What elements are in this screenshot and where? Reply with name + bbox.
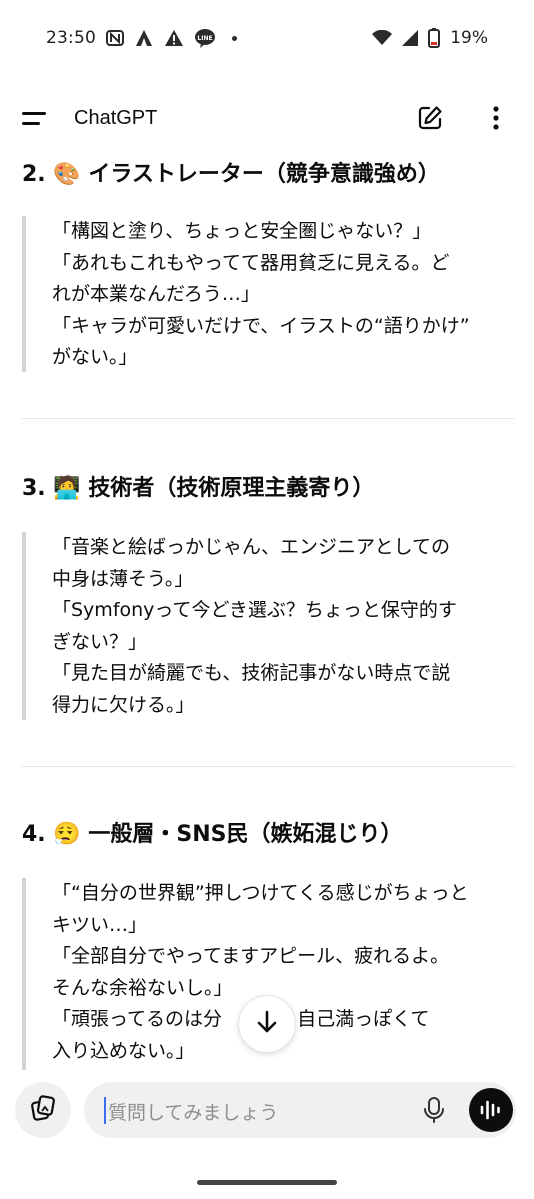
more-vert-icon[interactable]: [480, 102, 512, 134]
quote-line: 「全部自分でやってますアピール、疲れるよ。: [52, 945, 450, 967]
battery-percent: 19%: [450, 28, 488, 48]
status-time: 23:50: [46, 28, 96, 48]
quote-line: 中身は薄そう。」: [52, 567, 194, 590]
quote-block: 「構図と塗り、ちょっと安全圏じゃない？」 「あれもこれもやってて器用貧乏に見える…: [22, 216, 512, 372]
divider: [22, 418, 514, 419]
mic-icon[interactable]: [418, 1094, 450, 1126]
quote-block: 「音楽と絵ばっかじゃん、エンジニアとしての 中身は薄そう。」 「Symfonyっ…: [22, 532, 512, 720]
menu-icon[interactable]: [22, 102, 54, 134]
section-heading: 3. 🧑‍💻 技術者（技術原理主義寄り）: [22, 476, 375, 501]
attach-icon: [29, 1094, 57, 1126]
quote-line: がない。」: [52, 346, 138, 368]
camp-icon: [134, 29, 154, 47]
composer: 質問してみましょう: [0, 1070, 534, 1160]
battery-icon: [428, 28, 441, 48]
divider: [22, 766, 514, 767]
home-indicator[interactable]: [197, 1180, 337, 1185]
quote-line: ぎない？」: [52, 630, 148, 653]
notification-dot: [232, 35, 237, 41]
chat-content[interactable]: 2. 🎨 イラストレーター（競争意識強め） 「構図と塗り、ちょっと安全圏じゃない…: [0, 150, 534, 1070]
scroll-down-icon: [255, 1009, 279, 1039]
warning-icon: [164, 29, 184, 47]
line-app-icon: LINE: [194, 28, 216, 48]
app-title: ChatGPT: [74, 106, 158, 129]
app-bar: ChatGPT: [0, 86, 534, 150]
quote-line: 「キャラが可愛いだけで、イラストの“語りかけ”: [52, 314, 470, 337]
quote-line: 「見た目が綺麗でも、技術記事がない時点で説: [52, 662, 451, 684]
quote-line: キツい…」: [52, 913, 148, 936]
quote-line: 「構図と塗り、ちょっと安全圏じゃない？」: [52, 220, 432, 242]
status-bar: 23:50 LINE 19%: [0, 0, 534, 76]
section-heading: 2. 🎨 イラストレーター（競争意識強め）: [22, 162, 440, 187]
quote-line: 「Symfonyって今どき選ぶ？ちょっと保守的す: [52, 599, 457, 621]
section-heading: 4. 😮‍💨 一般層・SNS民（嫉妬混じり）: [22, 822, 403, 847]
text-caret: [104, 1097, 106, 1124]
quote-line: れが本業なんだろう…」: [52, 283, 260, 305]
quote-line: 「あれもこれもやってて器用貧乏に見える。ど: [52, 251, 450, 274]
voice-mode-icon[interactable]: [469, 1088, 513, 1132]
input-placeholder: 質問してみましょう: [108, 1102, 279, 1124]
signal-icon: [402, 30, 419, 46]
scroll-down-button[interactable]: [238, 995, 296, 1053]
wifi-icon: [372, 30, 393, 46]
quote-line: 得力に欠ける。」: [52, 693, 195, 716]
message-input[interactable]: 質問してみましょう: [84, 1082, 516, 1138]
svg-text:LINE: LINE: [197, 35, 212, 42]
n-logo-icon: [106, 30, 124, 46]
quote-line: 「“自分の世界観”押しつけてくる感じがちょっと: [52, 882, 469, 904]
attach-button[interactable]: [15, 1082, 71, 1138]
new-chat-icon[interactable]: [414, 102, 446, 134]
quote-line: 「音楽と絵ばっかじゃん、エンジニアとしての: [52, 536, 451, 558]
